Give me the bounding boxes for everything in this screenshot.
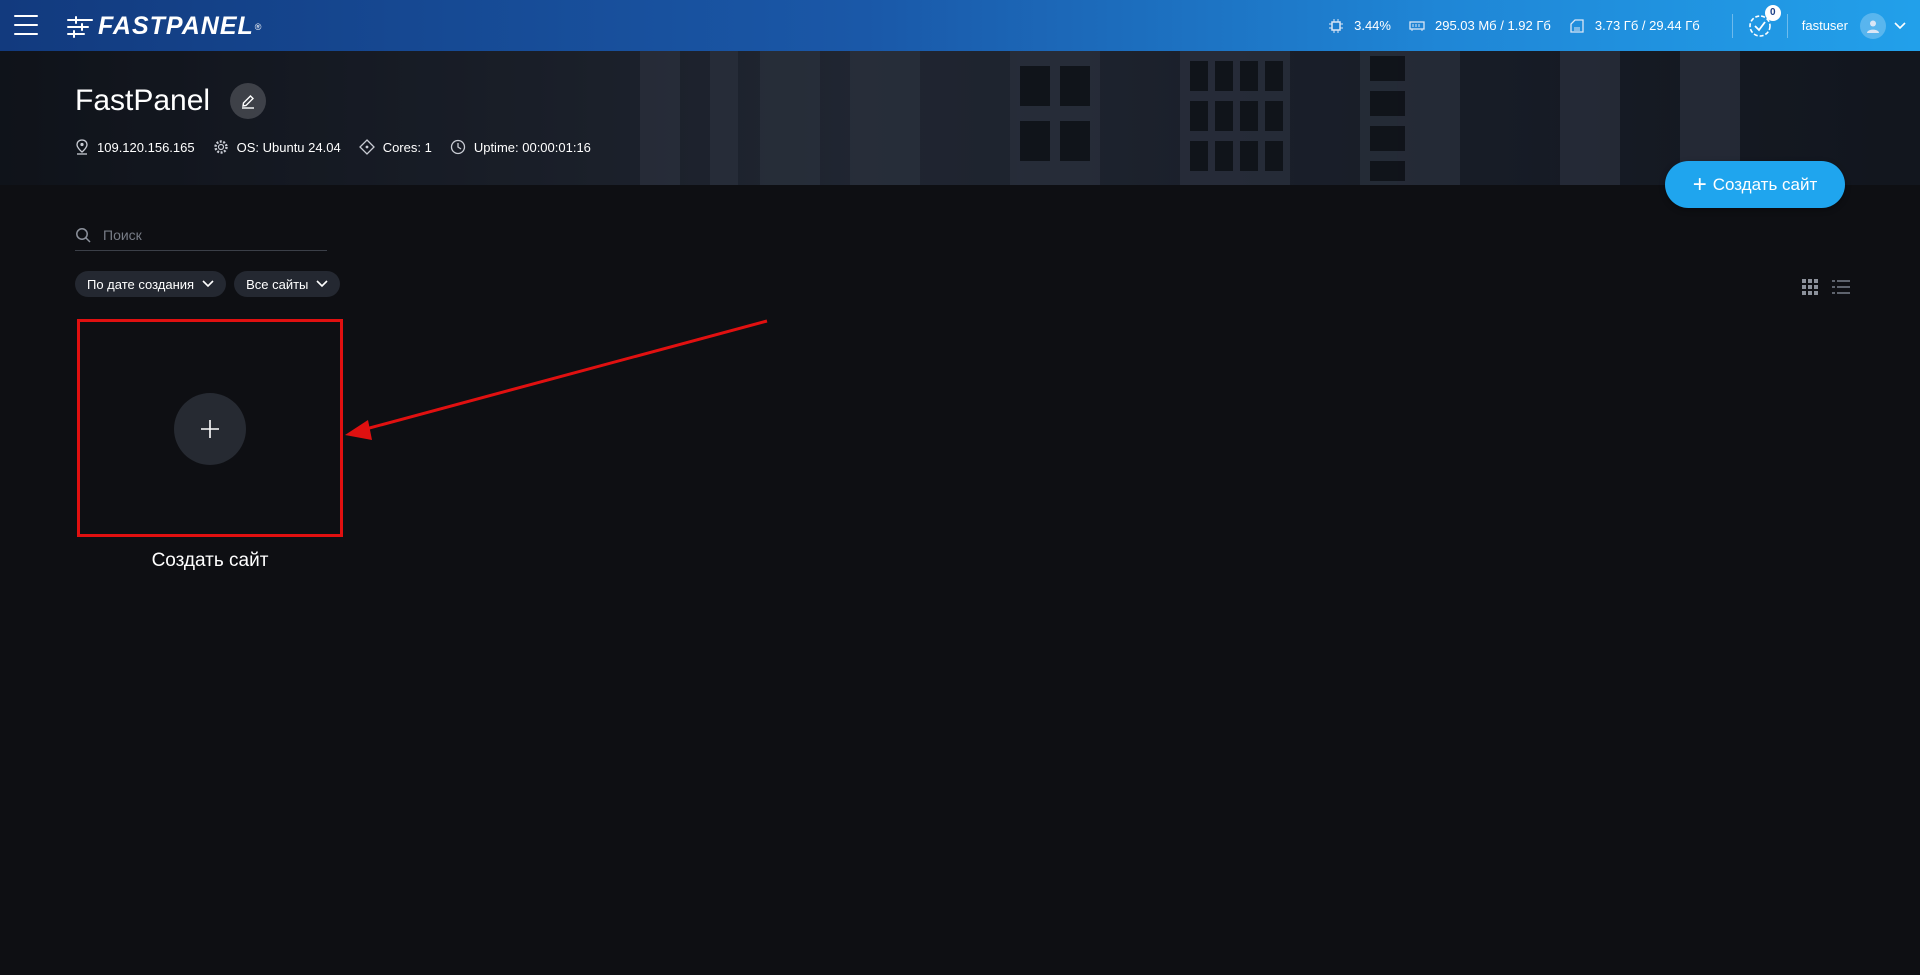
chevron-down-icon [316,280,328,288]
server-os: OS: Ubuntu 24.04 [213,139,341,155]
server-cores-text: Cores: 1 [382,139,432,155]
server-os-text: OS: Ubuntu 24.04 [236,139,341,155]
scope-dropdown-label: Все сайты [246,276,309,292]
ram-stat: 295.03 Мб / 1.92 Гб [1409,18,1551,33]
disk-value: 3.73 Гб / 29.44 Гб [1594,18,1700,33]
search-box [75,220,327,251]
avatar [1860,12,1886,39]
server-rack-background [0,51,1920,185]
system-stats: 3.44% 295.03 Мб / 1.92 Гб 3.73 Гб / 29.4… [1328,0,1920,51]
ram-icon [1409,20,1425,31]
edit-server-name-button[interactable] [230,83,267,119]
cpu-stat: 3.44% [1328,18,1391,34]
list-icon [1832,280,1850,294]
divider [1786,13,1788,38]
logo-icon [67,15,93,38]
divider [1731,13,1733,38]
top-bar: FASTPANEL ® 3.44% 295.03 Мб / 1.92 Гб 3.… [0,0,1920,51]
plus-icon: + [1692,170,1707,198]
pencil-icon [242,95,255,109]
gear-icon [213,140,228,154]
sort-dropdown-label: По дате создания [87,276,195,292]
server-header: FastPanel 109.120.156.165 OS: Ubuntu 24.… [0,51,1920,185]
app-logo[interactable]: FASTPANEL ® [66,12,261,41]
server-title-row: FastPanel [75,83,267,119]
server-ip: 109.120.156.165 [75,139,195,155]
plus-icon [201,420,219,438]
ram-value: 295.03 Мб / 1.92 Гб [1434,18,1551,33]
grid-view-button[interactable] [1802,279,1818,300]
server-uptime-text: Uptime: 00:00:01:16 [473,139,591,155]
tasks-count-badge: 0 [1764,4,1781,21]
logo-text: FASTPANEL [98,12,254,40]
create-site-button[interactable]: + Создать сайт [1665,161,1845,208]
disk-stat: 3.73 Гб / 29.44 Гб [1569,18,1700,34]
chevron-down-icon [1894,21,1906,29]
server-name: FastPanel [75,84,211,117]
sort-dropdown[interactable]: По дате создания [75,271,227,297]
username: fastuser [1801,18,1848,33]
server-info: 109.120.156.165 OS: Ubuntu 24.04 Cores: … [75,139,609,155]
tasks-button[interactable]: 0 [1747,4,1781,39]
clock-icon [450,139,465,155]
server-uptime: Uptime: 00:00:01:16 [450,139,591,155]
user-icon [1867,20,1879,33]
scope-dropdown[interactable]: Все сайты [234,271,341,297]
server-cores: Cores: 1 [358,139,432,155]
location-pin-icon [76,139,88,155]
chevron-down-icon [202,280,214,288]
grid-icon [1802,279,1818,295]
view-toggle [1788,279,1850,300]
cpu-value: 3.44% [1354,18,1391,33]
menu-icon[interactable] [14,15,38,35]
disk-icon [1570,18,1584,33]
user-menu[interactable]: fastuser [1801,12,1906,39]
search-icon [76,228,91,243]
server-ip-text: 109.120.156.165 [97,139,195,155]
filters-bar: По дате создания Все сайты [75,271,348,297]
diamond-icon [358,139,375,155]
create-site-button-label: Создать сайт [1712,174,1818,194]
add-site-circle [174,393,246,465]
logo-registered: ® [254,21,262,32]
list-view-button[interactable] [1832,279,1850,300]
create-site-card-label: Создать сайт [151,550,269,571]
create-site-card[interactable] [77,319,343,537]
cpu-icon [1329,18,1344,33]
search-input[interactable] [101,226,315,244]
